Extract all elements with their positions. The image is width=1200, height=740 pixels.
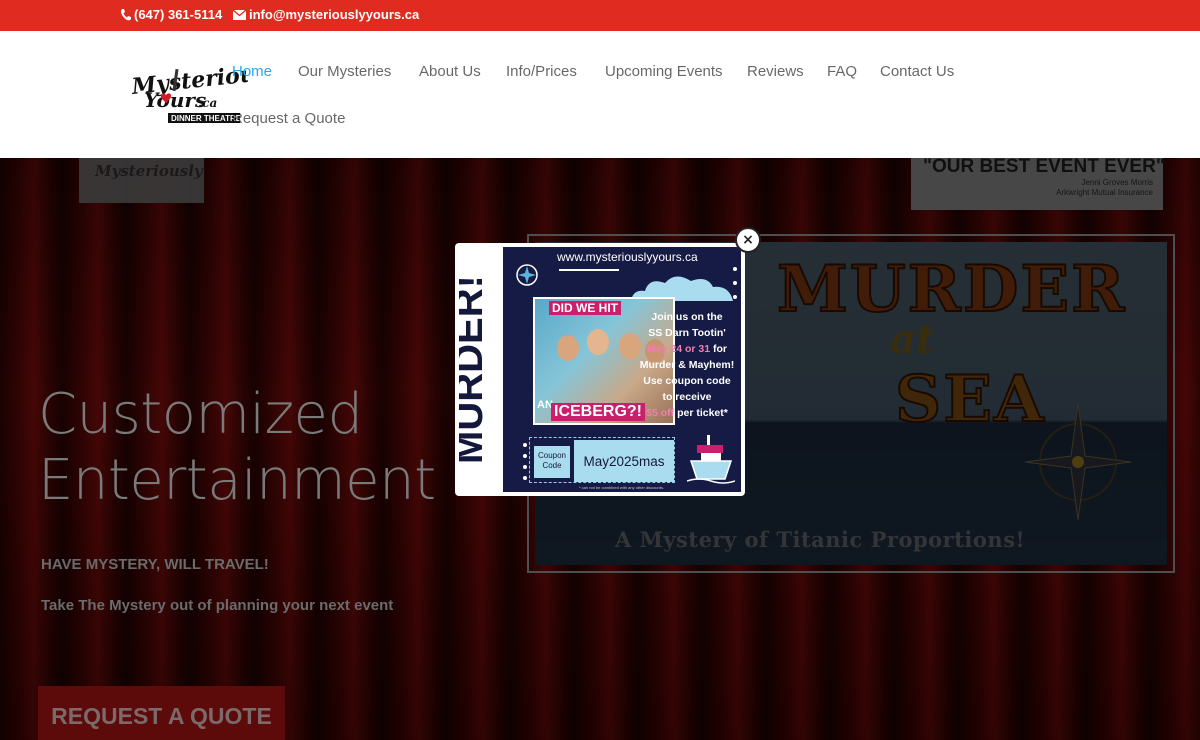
nav-info-prices[interactable]: Info/Prices (506, 63, 577, 80)
promo-line: per ticket* (674, 407, 728, 419)
phone-number: (647) 361-5114 (134, 7, 223, 22)
nav-contact-us[interactable]: Contact Us (880, 63, 954, 80)
popup-vertical-title-strip: MURDER! (459, 247, 503, 492)
site-logo[interactable]: Mysteriously Yours .ca DINNER THEATRE (130, 57, 292, 125)
promo-popup[interactable]: MURDER! www.mysteriouslyyours.ca DID WE … (455, 243, 745, 496)
nav-about-us[interactable]: About Us (419, 63, 481, 80)
popup-url: www.mysteriouslyyours.ca (557, 250, 698, 264)
logo-word-yours: Yours (144, 88, 206, 112)
top-bar: (647) 361-5114 info@mysteriouslyyours.ca (0, 0, 1200, 31)
nav-upcoming-events[interactable]: Upcoming Events (605, 63, 723, 80)
promo-line: Use coupon code (643, 375, 731, 387)
coupon-code: May2025mas (574, 440, 674, 482)
nav-request-a-quote[interactable]: Request a Quote (232, 110, 345, 127)
promo-line: SS Darn Tootin' (648, 327, 726, 339)
nav-faq[interactable]: FAQ (827, 63, 857, 80)
hero-subtagline: Take The Mystery out of planning your ne… (41, 597, 394, 614)
popup-fine-print: * can not be combined with any other dis… (579, 485, 664, 490)
popup-flyer: www.mysteriouslyyours.ca DID WE HIT AN I… (503, 247, 741, 492)
promo-line: Murder & Mayhem! (639, 359, 735, 371)
popup-photo-headline: DID WE HIT (549, 301, 621, 315)
hero-headline-line2: Entertainment (38, 448, 436, 513)
site-header: Mysteriously Yours .ca DINNER THEATRE Ho… (0, 31, 1200, 158)
email-link[interactable]: info@mysteriouslyyours.ca (233, 7, 419, 22)
logo-suffix: .ca (198, 96, 217, 110)
popup-photo-iceberg: ICEBERG?! (551, 403, 645, 421)
nav-our-mysteries[interactable]: Our Mysteries (298, 63, 391, 80)
popup-vertical-title: MURDER! (459, 275, 491, 464)
email-address: info@mysteriouslyyours.ca (249, 7, 420, 22)
promo-line-discount: $5 off per ticket* (633, 405, 741, 421)
promo-line: for (710, 343, 727, 355)
ship-icon (687, 435, 735, 484)
envelope-icon (233, 9, 246, 20)
coupon: Coupon Code May2025mas (529, 437, 675, 483)
hero-headline: Customized Entertainment (38, 382, 436, 514)
request-quote-button[interactable]: REQUEST A QUOTE (38, 686, 285, 740)
popup-promo-text: Join us on the SS Darn Tootin' May 24 or… (633, 309, 741, 421)
close-icon: × (742, 232, 754, 248)
popup-compass-icon (516, 264, 538, 286)
hero-headline-line1: Customized (38, 382, 363, 447)
promo-dates: May 24 or 31 (647, 343, 711, 355)
hero-tagline: HAVE MYSTERY, WILL TRAVEL! (41, 556, 269, 573)
promo-discount: $5 off (646, 407, 675, 419)
phone-link[interactable]: (647) 361-5114 (120, 7, 222, 22)
phone-icon (121, 9, 131, 21)
nav-home[interactable]: Home (232, 63, 272, 80)
close-popup-button[interactable]: × (735, 227, 761, 253)
promo-line: Join us on the (651, 311, 723, 323)
nav-reviews[interactable]: Reviews (747, 63, 804, 80)
promo-line-dates: May 24 or 31 for (633, 341, 741, 357)
coupon-label: Coupon Code (534, 446, 570, 478)
promo-line: to receive (662, 391, 712, 403)
